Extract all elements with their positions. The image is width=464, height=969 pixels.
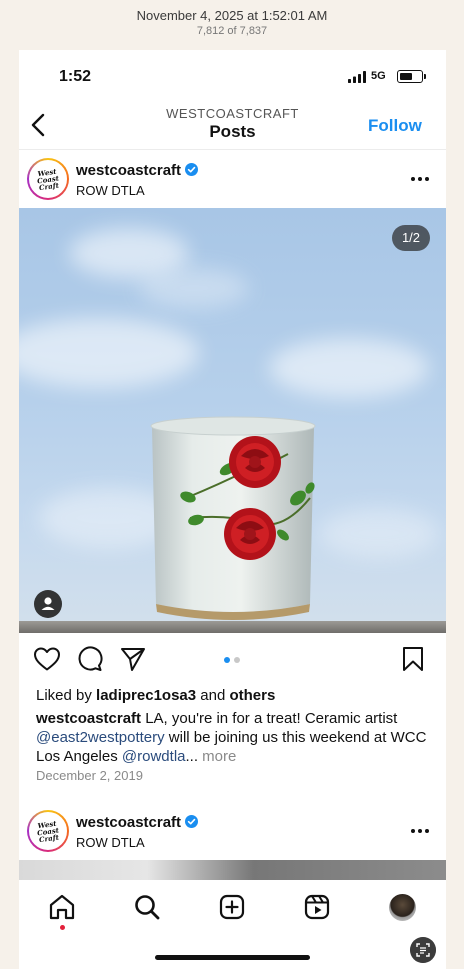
post-image[interactable]: 1/2 <box>19 208 446 633</box>
image-counter: 1/2 <box>392 225 430 251</box>
battery-icon <box>397 70 426 83</box>
post-caption: westcoastcraft LA, you're in for a treat… <box>36 710 427 765</box>
more-options-icon[interactable] <box>410 828 430 834</box>
caption-more-link[interactable]: more <box>198 748 236 765</box>
post-actions <box>19 645 446 679</box>
notification-dot <box>60 925 65 930</box>
carousel-dot <box>234 657 240 663</box>
viewer-date: November 4, 2025 at 1:52:01 AM <box>136 8 328 23</box>
brand-logo: West Coast Craft <box>36 166 60 192</box>
brand-logo: West Coast Craft <box>36 818 60 844</box>
live-text-icon[interactable] <box>410 937 436 963</box>
post-date: December 2, 2019 <box>36 768 143 783</box>
mention-link[interactable]: @rowdtla <box>122 748 186 765</box>
comment-icon[interactable] <box>77 646 103 672</box>
viewer-count: 7,812 of 7,837 <box>196 25 268 37</box>
likes-line[interactable]: Liked by ladiprec1osa3 and others <box>36 687 275 704</box>
more-options-icon[interactable] <box>410 176 430 182</box>
home-icon[interactable] <box>48 893 76 921</box>
post-username[interactable]: westcoastcraft <box>76 162 199 179</box>
liked-by-user[interactable]: ladiprec1osa3 <box>96 687 196 704</box>
carousel-dot-active <box>224 657 230 663</box>
post-username[interactable]: westcoastcraft <box>76 814 199 831</box>
signal-icon <box>348 71 366 83</box>
post-location[interactable]: ROW DTLA <box>76 835 145 850</box>
home-indicator <box>155 955 310 960</box>
status-time: 1:52 <box>59 68 92 85</box>
ceramic-cup-photo <box>150 416 316 620</box>
post-location[interactable]: ROW DTLA <box>76 183 145 198</box>
caption-username[interactable]: westcoastcraft <box>36 710 141 727</box>
nav-header: WESTCOASTCRAFT Posts Follow <box>19 102 446 150</box>
tagged-user-icon[interactable] <box>34 590 62 618</box>
next-post-header: West Coast Craft westcoastcraft ROW DTLA <box>19 804 446 860</box>
status-bar: 1:52 5G <box>19 50 446 100</box>
header-divider <box>19 149 446 150</box>
network-label: 5G <box>371 70 386 82</box>
create-icon[interactable] <box>218 893 246 921</box>
phone-screen: 1:52 5G WESTCOASTCRAFT Posts Follow West… <box>19 50 446 969</box>
reels-icon[interactable] <box>303 893 331 921</box>
account-avatar[interactable]: West Coast Craft <box>27 158 69 200</box>
post-header: West Coast Craft westcoastcraft ROW DTLA <box>19 152 446 208</box>
battery-fill <box>399 72 412 80</box>
likes-others[interactable]: others <box>229 687 275 704</box>
profile-avatar[interactable] <box>389 894 416 921</box>
verified-badge-icon <box>185 815 199 828</box>
photo-viewer-header: November 4, 2025 at 1:52:01 AM 7,812 of … <box>0 0 464 48</box>
account-avatar[interactable]: West Coast Craft <box>27 810 69 852</box>
save-bookmark-icon[interactable] <box>402 646 424 672</box>
tab-bar <box>19 880 446 969</box>
username-text[interactable]: westcoastcraft <box>76 162 181 179</box>
search-icon[interactable] <box>133 893 161 921</box>
like-heart-icon[interactable] <box>33 646 61 672</box>
username-text[interactable]: westcoastcraft <box>76 814 181 831</box>
verified-badge-icon <box>185 163 199 176</box>
ledge <box>19 621 446 633</box>
mention-link[interactable]: @east2westpottery <box>36 729 165 746</box>
share-icon[interactable] <box>119 646 147 672</box>
follow-button[interactable]: Follow <box>368 116 422 136</box>
